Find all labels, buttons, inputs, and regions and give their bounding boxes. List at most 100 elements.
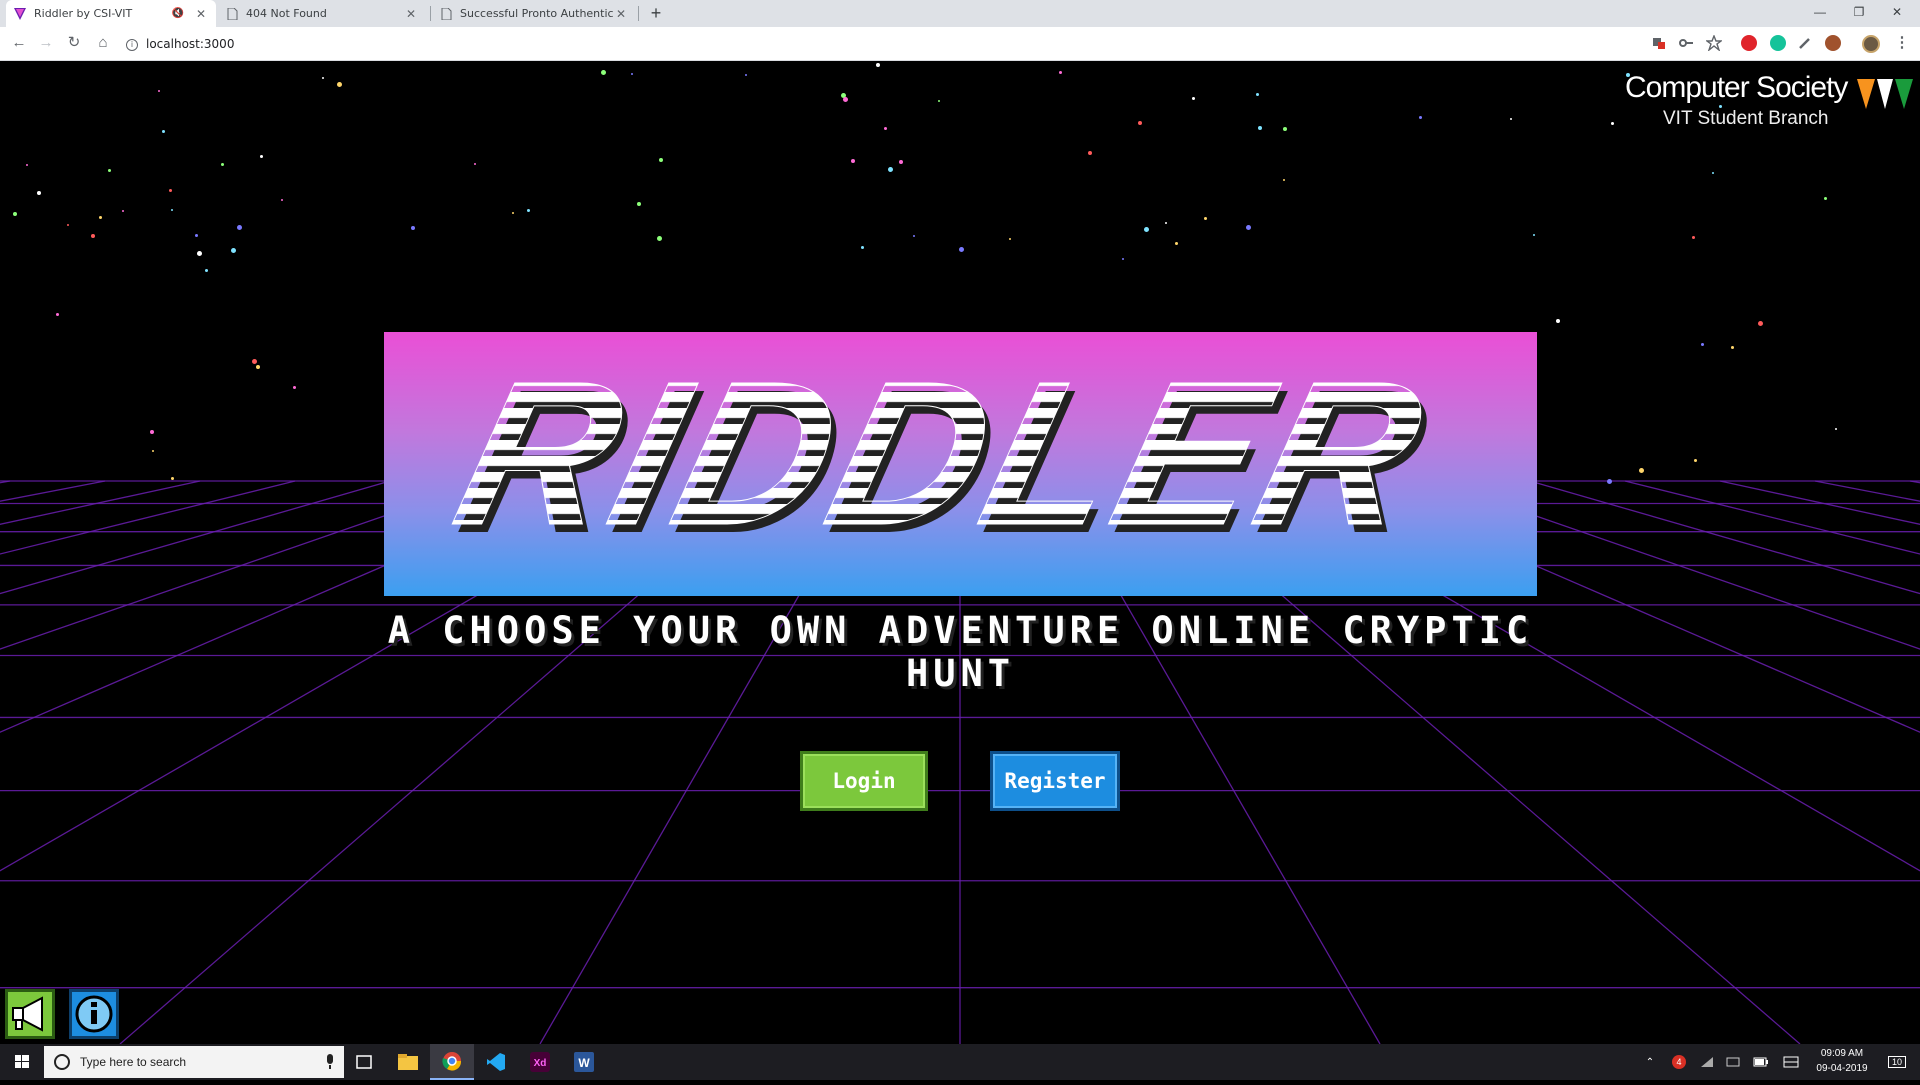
menu-icon[interactable]: ⋮ — [1891, 32, 1913, 54]
tab-riddler[interactable]: Riddler by CSI-VIT 🔇 ✕ — [6, 0, 216, 27]
vscode-icon[interactable] — [474, 1044, 518, 1080]
star — [251, 358, 257, 364]
tab-close-icon[interactable]: ✕ — [404, 7, 418, 21]
url-text: localhost:3000 — [146, 37, 235, 51]
star — [98, 215, 102, 219]
star — [1008, 238, 1011, 241]
action-center-icon[interactable]: 10 — [1882, 1044, 1912, 1080]
page-favicon-icon — [226, 7, 238, 20]
action-center-count: 10 — [1887, 1056, 1906, 1068]
star — [1757, 321, 1763, 327]
star — [875, 62, 880, 67]
svg-text:W: W — [578, 1056, 590, 1070]
adobe-xd-icon[interactable]: Xd — [518, 1044, 562, 1080]
address-bar[interactable]: i localhost:3000 — [126, 31, 1636, 57]
network-drive-icon[interactable] — [1722, 1044, 1744, 1080]
taskbar-clock[interactable]: 09:09 AM 09-04-2019 — [1806, 1046, 1878, 1076]
windows-start-button[interactable] — [0, 1044, 44, 1080]
star — [883, 126, 887, 130]
clock-date: 09-04-2019 — [1816, 1063, 1868, 1074]
star — [36, 191, 41, 196]
mute-icon[interactable]: 🔇 — [172, 8, 184, 19]
star — [511, 211, 514, 214]
register-button[interactable]: Register — [990, 751, 1120, 811]
antivirus-tray-icon[interactable]: 4 — [1668, 1044, 1690, 1080]
back-icon[interactable]: ← — [8, 32, 30, 54]
tab-404[interactable]: 404 Not Found ✕ — [218, 0, 426, 27]
cookie-icon[interactable] — [1825, 35, 1841, 51]
search-placeholder: Type here to search — [80, 1055, 187, 1069]
eyedropper-icon[interactable] — [1797, 35, 1813, 51]
taskbar-search-input[interactable]: Type here to search — [44, 1046, 344, 1078]
ublock-icon[interactable] — [1741, 35, 1757, 51]
svg-text:Xd: Xd — [534, 1058, 547, 1069]
close-window-button[interactable]: ✕ — [1874, 0, 1920, 27]
star — [887, 166, 893, 172]
csi-flag-icon — [1857, 79, 1913, 109]
task-view-icon[interactable] — [342, 1044, 386, 1080]
tagline: A CHOOSE YOUR OWN ADVENTURE ONLINE CRYPT… — [387, 609, 1534, 695]
star — [1610, 122, 1614, 126]
info-icon — [75, 995, 113, 1033]
microphone-icon[interactable] — [324, 1054, 336, 1070]
login-button[interactable]: Login — [800, 751, 928, 811]
tab-close-icon[interactable]: ✕ — [194, 7, 208, 21]
tab-separator — [638, 6, 639, 21]
tab-title: 404 Not Found — [246, 7, 327, 20]
tray-chevron-icon[interactable]: ⌃ — [1640, 1044, 1660, 1080]
star — [860, 245, 864, 249]
clock-time: 09:09 AM — [1820, 1048, 1864, 1059]
keyboard-icon[interactable] — [1780, 1044, 1802, 1080]
star — [322, 76, 325, 79]
star — [168, 189, 172, 193]
tab-strip: Riddler by CSI-VIT 🔇 ✕ 404 Not Found ✕ S… — [0, 0, 1920, 27]
site-info-icon[interactable]: i — [126, 38, 138, 51]
tab-separator — [430, 6, 431, 21]
star — [1137, 121, 1142, 126]
tab-close-icon[interactable]: ✕ — [614, 7, 628, 21]
logo-subtitle: VIT Student Branch — [1663, 108, 1829, 129]
star — [1555, 318, 1560, 323]
star — [1731, 345, 1735, 349]
chrome-icon[interactable] — [430, 1044, 474, 1080]
browser-toolbar: ← → ↻ ⌂ i localhost:3000 ⋮ — [0, 27, 1920, 61]
word-icon[interactable]: W — [562, 1044, 606, 1080]
riddler-logo-text: RIDDLER RIDDLER — [437, 344, 1454, 576]
reload-icon[interactable]: ↻ — [63, 32, 85, 54]
star — [170, 209, 173, 212]
forward-icon[interactable]: → — [35, 32, 57, 54]
key-icon[interactable] — [1678, 35, 1694, 51]
riddler-favicon-icon — [14, 7, 26, 20]
star — [336, 82, 342, 88]
star — [1204, 216, 1208, 220]
grammarly-icon[interactable] — [1770, 35, 1786, 51]
star — [851, 158, 856, 163]
star — [1255, 93, 1259, 97]
star — [170, 477, 174, 481]
csi-logo[interactable]: Computer Society VIT Student Branch — [1625, 71, 1915, 131]
translate-icon[interactable] — [1651, 35, 1667, 51]
riddler-word: RIDDLER — [438, 344, 1448, 568]
tab-title: Riddler by CSI-VIT — [34, 7, 133, 20]
star — [255, 365, 260, 370]
announcements-button[interactable] — [5, 989, 55, 1039]
page-favicon-icon — [440, 7, 452, 20]
star — [230, 247, 236, 253]
home-icon[interactable]: ⌂ — [92, 32, 114, 54]
star — [259, 155, 263, 159]
tab-pronto[interactable]: Successful Pronto Authentication ✕ — [432, 0, 636, 27]
battery-icon[interactable] — [1750, 1044, 1772, 1080]
windows-icon — [15, 1055, 29, 1068]
star-icon[interactable] — [1704, 34, 1724, 53]
tab-title: Successful Pronto Authentication — [460, 7, 614, 20]
profile-icon[interactable] — [1862, 35, 1880, 53]
megaphone-icon — [12, 996, 43, 1032]
file-explorer-icon[interactable] — [386, 1044, 430, 1080]
star — [842, 97, 848, 103]
taskbar: Type here to search Xd W ⌃ 4 09:09 AM 09… — [0, 1044, 1920, 1080]
new-tab-button[interactable]: + — [644, 2, 668, 26]
cortana-icon — [54, 1054, 70, 1070]
star — [1711, 172, 1714, 175]
info-button[interactable] — [69, 989, 119, 1039]
wifi-icon[interactable] — [1696, 1044, 1718, 1080]
